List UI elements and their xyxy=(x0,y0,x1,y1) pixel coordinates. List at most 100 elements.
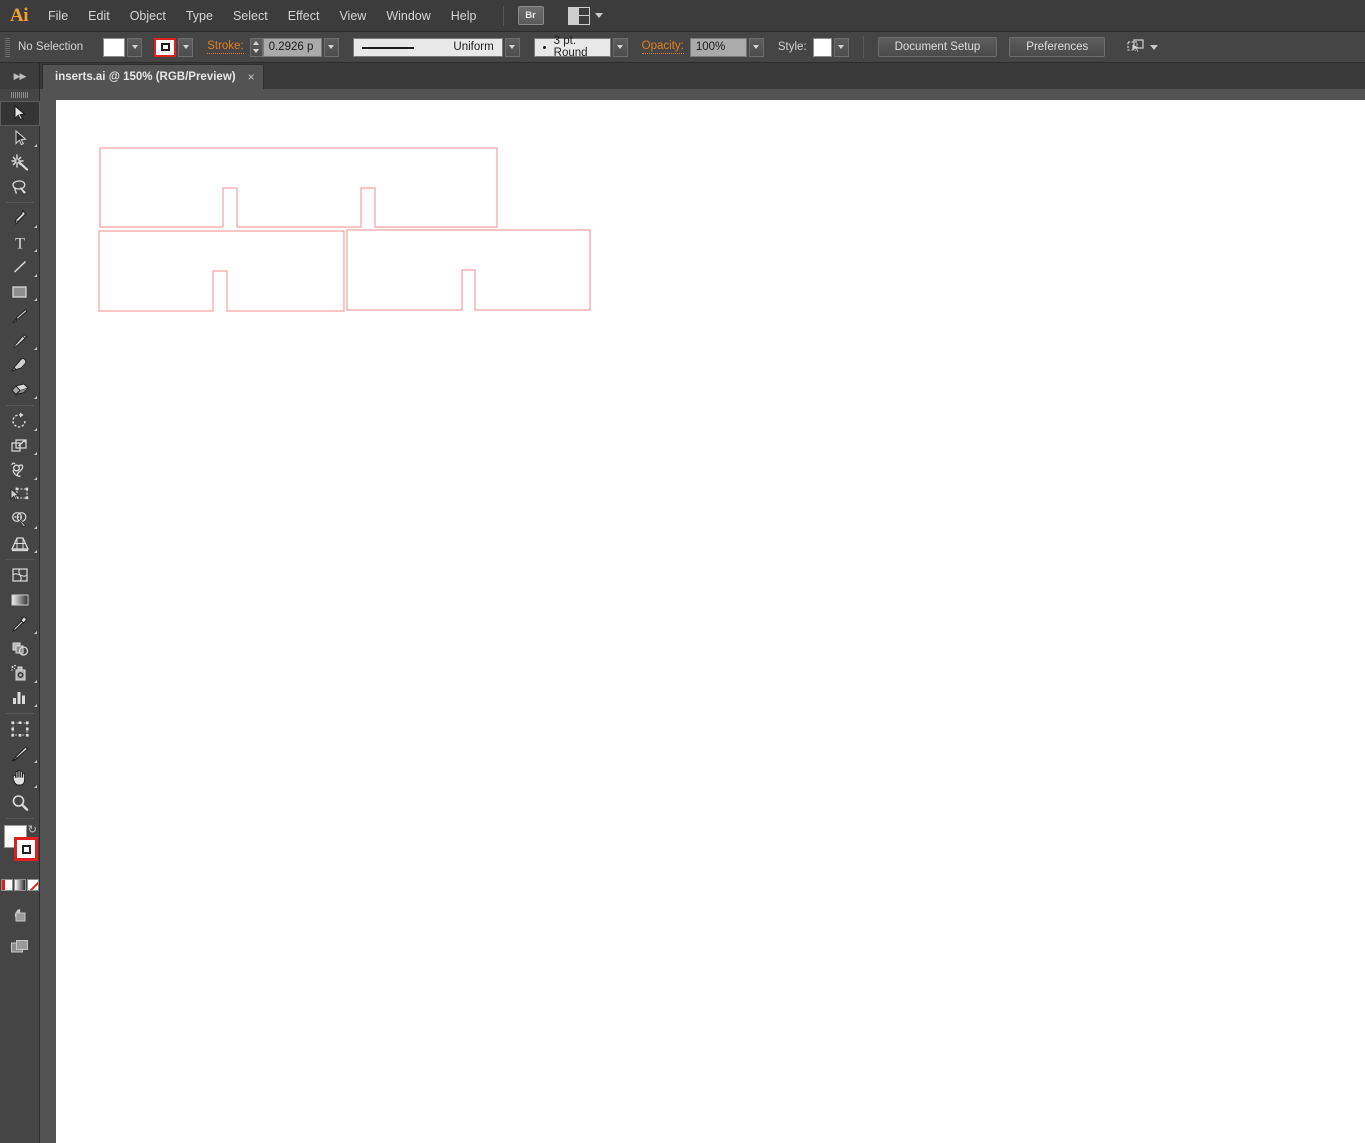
chevron-down-icon[interactable] xyxy=(594,13,603,18)
menu-divider xyxy=(502,5,504,26)
tool-flyout-indicator[interactable] xyxy=(34,273,37,277)
artboard-page[interactable] xyxy=(56,100,1365,1143)
menu-item-select[interactable]: Select xyxy=(223,0,278,32)
none-mode-button[interactable] xyxy=(27,879,39,891)
pen-tool[interactable] xyxy=(0,206,40,231)
tool-flyout-indicator[interactable] xyxy=(34,298,37,301)
stroke-color-swatch[interactable] xyxy=(14,837,38,861)
menu-item-effect[interactable]: Effect xyxy=(278,0,330,32)
hand-tool[interactable] xyxy=(0,766,40,791)
tools-panel: T ↻ xyxy=(0,89,40,1143)
menu-item-file[interactable]: File xyxy=(38,0,78,32)
tool-flyout-indicator[interactable] xyxy=(34,476,37,480)
bridge-button[interactable]: Br xyxy=(517,6,544,25)
insert-shape-bottom-right[interactable] xyxy=(346,229,591,311)
pencil-tool[interactable] xyxy=(0,329,40,354)
column-graph-tool[interactable] xyxy=(0,686,40,711)
eraser-tool[interactable] xyxy=(0,378,40,403)
gradient-mode-button[interactable] xyxy=(14,879,26,891)
selection-tool[interactable] xyxy=(0,101,40,126)
rectangle-tool[interactable] xyxy=(0,280,40,305)
tools-panel-grip[interactable] xyxy=(0,89,40,101)
canvas-area[interactable] xyxy=(40,89,1365,1143)
menu-item-help[interactable]: Help xyxy=(441,0,487,32)
stroke-weight-dropdown[interactable] xyxy=(323,37,339,57)
slice-tool[interactable] xyxy=(0,742,40,767)
brush-definition-dropdown[interactable] xyxy=(612,37,628,57)
blob-brush-tool[interactable] xyxy=(0,353,40,378)
control-bar-overflow[interactable] xyxy=(1127,39,1159,55)
document-setup-button[interactable]: Document Setup xyxy=(877,37,998,57)
tool-flyout-indicator[interactable] xyxy=(34,704,37,707)
eyedropper-tool[interactable] xyxy=(0,612,40,637)
panel-expand-button[interactable]: ▶▶ xyxy=(0,63,40,89)
blend-tool[interactable] xyxy=(0,637,40,662)
tool-flyout-indicator[interactable] xyxy=(34,679,37,683)
chevron-down-icon[interactable] xyxy=(1150,44,1159,50)
stroke-weight-label[interactable]: Stroke: xyxy=(207,40,244,54)
tool-flyout-indicator[interactable] xyxy=(34,249,37,252)
perspective-grid-tool[interactable] xyxy=(0,532,40,557)
stroke-swatch-dropdown[interactable] xyxy=(178,37,194,57)
double-chevron-right-icon: ▶▶ xyxy=(13,70,27,81)
control-bar-grip[interactable] xyxy=(0,32,14,63)
stroke-swatch[interactable] xyxy=(154,37,177,57)
tool-flyout-indicator[interactable] xyxy=(34,347,37,350)
color-mode-button[interactable] xyxy=(1,879,13,891)
menu-item-edit[interactable]: Edit xyxy=(78,0,120,32)
stroke-profile-dropdown[interactable] xyxy=(504,37,520,57)
type-tool[interactable]: T xyxy=(0,231,40,256)
graphic-style-dropdown[interactable] xyxy=(833,37,849,57)
menu-item-object[interactable]: Object xyxy=(120,0,176,32)
rotate-tool[interactable] xyxy=(0,409,40,434)
mesh-tool[interactable] xyxy=(0,563,40,588)
color-mode-buttons xyxy=(0,879,40,895)
fill-swatch-dropdown[interactable] xyxy=(127,37,143,57)
direct-selection-tool[interactable] xyxy=(0,126,40,151)
brush-definition-select[interactable]: 3 pt. Round xyxy=(533,35,611,59)
tool-flyout-indicator[interactable] xyxy=(34,760,37,763)
swap-fill-stroke-icon[interactable]: ↻ xyxy=(28,823,37,836)
preferences-button[interactable]: Preferences xyxy=(1009,37,1106,57)
arrange-documents-button[interactable] xyxy=(567,6,603,25)
tool-flyout-indicator[interactable] xyxy=(34,630,37,634)
artwork-layer[interactable] xyxy=(56,100,1365,1143)
screen-mode-button[interactable] xyxy=(0,933,40,963)
menu-item-type[interactable]: Type xyxy=(176,0,223,32)
menu-item-view[interactable]: View xyxy=(329,0,376,32)
stroke-profile-select[interactable]: Uniform xyxy=(352,37,503,57)
insert-shape-top[interactable] xyxy=(99,147,498,228)
insert-shape-bottom-left[interactable] xyxy=(98,230,345,312)
tool-flyout-indicator[interactable] xyxy=(34,396,37,399)
symbol-sprayer-tool[interactable] xyxy=(0,661,40,686)
zoom-tool[interactable] xyxy=(0,791,40,816)
magic-wand-tool[interactable] xyxy=(0,150,40,175)
document-tab[interactable]: inserts.ai @ 150% (RGB/Preview) × xyxy=(42,64,264,89)
fill-swatch[interactable] xyxy=(103,37,126,57)
tool-flyout-indicator[interactable] xyxy=(34,452,37,455)
free-transform-tool[interactable] xyxy=(0,483,40,508)
paintbrush-tool[interactable] xyxy=(0,304,40,329)
tool-flyout-indicator[interactable] xyxy=(34,784,37,788)
menu-item-window[interactable]: Window xyxy=(376,0,440,32)
tool-flyout-indicator[interactable] xyxy=(34,550,37,553)
tool-flyout-indicator[interactable] xyxy=(34,427,37,431)
opacity-dropdown[interactable] xyxy=(748,37,764,57)
close-icon[interactable]: × xyxy=(248,71,255,83)
width-warp-tool[interactable] xyxy=(0,458,40,483)
tool-flyout-indicator[interactable] xyxy=(34,525,37,529)
stroke-weight-input[interactable]: 0.2926 p xyxy=(262,37,322,57)
scale-tool[interactable] xyxy=(0,434,40,459)
line-segment-tool[interactable] xyxy=(0,255,40,280)
tool-flyout-indicator[interactable] xyxy=(34,224,37,228)
graphic-style-swatch[interactable] xyxy=(812,37,832,57)
stroke-weight-spinner[interactable] xyxy=(249,37,263,57)
shape-builder-tool[interactable] xyxy=(0,507,40,532)
lasso-tool[interactable] xyxy=(0,175,40,200)
artboard-tool[interactable] xyxy=(0,717,40,742)
opacity-input[interactable]: 100% xyxy=(689,37,747,57)
gradient-tool[interactable] xyxy=(0,588,40,613)
opacity-label[interactable]: Opacity: xyxy=(641,40,684,54)
drawing-mode-button[interactable] xyxy=(0,901,40,931)
tool-flyout-indicator[interactable] xyxy=(34,144,37,147)
